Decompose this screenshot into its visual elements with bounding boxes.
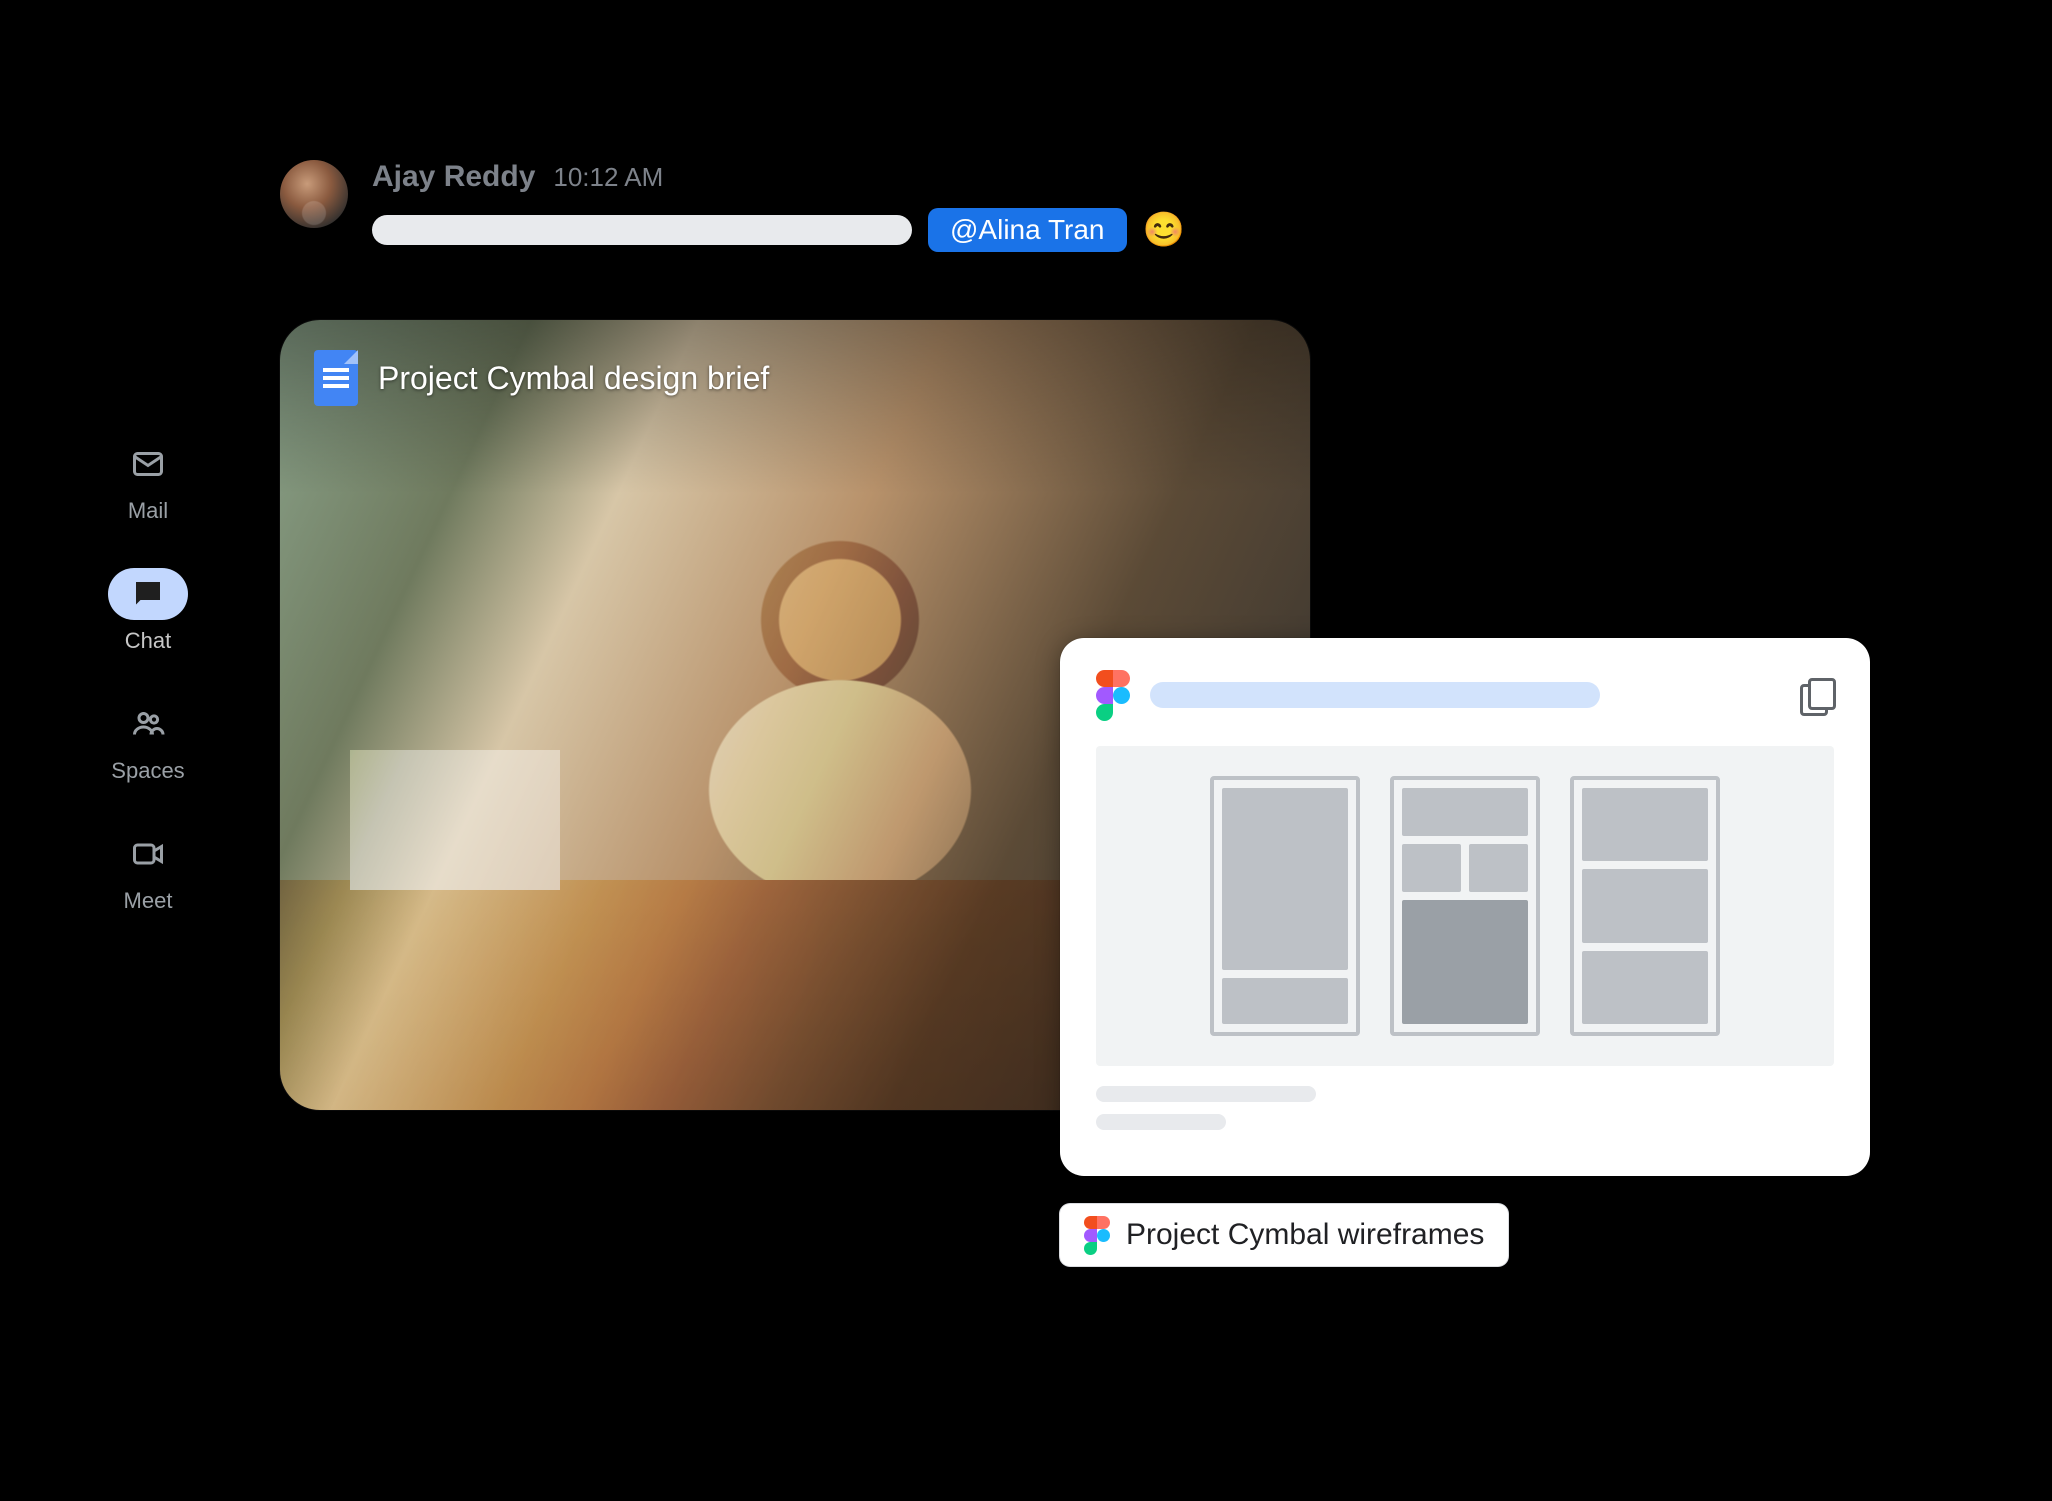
wireframe-frame: [1570, 776, 1720, 1036]
nav-chat[interactable]: Chat: [108, 568, 188, 654]
nav-label: Mail: [128, 498, 168, 524]
mention-chip[interactable]: @Alina Tran: [928, 208, 1127, 252]
chat-icon: [108, 568, 188, 620]
message-text-placeholder: [372, 215, 912, 245]
message-body: @Alina Tran 😊: [372, 208, 1185, 252]
nav-label: Spaces: [111, 758, 184, 784]
wireframe-frame: [1210, 776, 1360, 1036]
sender-name: Ajay Reddy: [372, 160, 535, 194]
figma-chip-label: Project Cymbal wireframes: [1126, 1218, 1484, 1252]
figma-title-placeholder: [1150, 682, 1600, 708]
chat-message: Ajay Reddy 10:12 AM @Alina Tran 😊: [280, 160, 1185, 252]
figma-file-chip[interactable]: Project Cymbal wireframes: [1060, 1204, 1508, 1266]
attachment-doc-title: Project Cymbal design brief: [378, 360, 769, 397]
mail-icon: [108, 438, 188, 490]
figma-preview-card[interactable]: [1060, 638, 1870, 1176]
emoji-smile: 😊: [1143, 210, 1185, 250]
nav-meet[interactable]: Meet: [108, 828, 188, 914]
google-docs-icon: [314, 350, 358, 406]
figma-canvas-preview: [1096, 746, 1834, 1066]
message-timestamp: 10:12 AM: [553, 162, 663, 193]
figma-icon: [1084, 1216, 1110, 1254]
wireframe-frame: [1390, 776, 1540, 1036]
nav-mail[interactable]: Mail: [108, 438, 188, 524]
figma-meta-placeholder: [1096, 1086, 1834, 1130]
nav-label: Chat: [125, 628, 171, 654]
copy-icon[interactable]: [1800, 678, 1834, 712]
meet-icon: [108, 828, 188, 880]
figma-icon: [1096, 670, 1130, 720]
nav-spaces[interactable]: Spaces: [108, 698, 188, 784]
nav-label: Meet: [124, 888, 173, 914]
spaces-icon: [108, 698, 188, 750]
app-sidebar: Mail Chat Spaces Meet: [88, 438, 208, 914]
sender-avatar[interactable]: [280, 160, 348, 228]
